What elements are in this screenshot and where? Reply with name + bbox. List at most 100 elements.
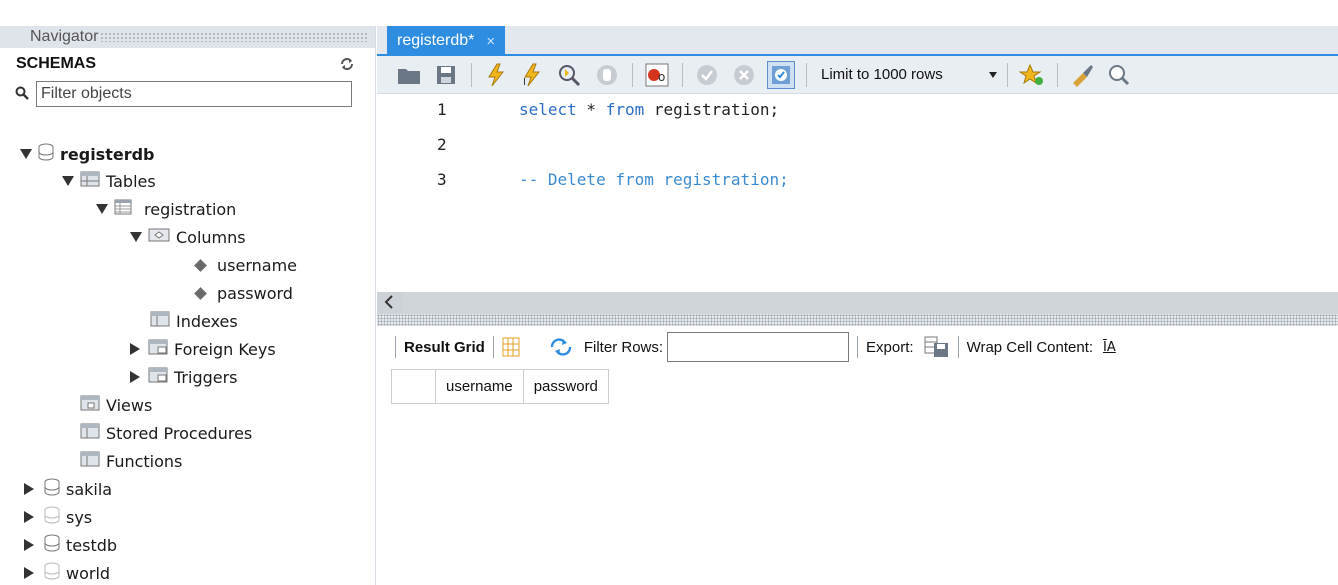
- tree-item-columns[interactable]: Columns: [130, 224, 246, 250]
- tree-label: Indexes: [176, 311, 238, 331]
- open-folder-icon[interactable]: [395, 61, 423, 89]
- row-header-corner[interactable]: [391, 369, 436, 404]
- column-icon: [194, 258, 207, 272]
- database-icon: [44, 562, 60, 584]
- limit-rows-value: Limit to 1000 rows: [821, 66, 943, 83]
- tree-item-column-username[interactable]: username: [194, 252, 297, 278]
- line-number: 1: [437, 99, 447, 119]
- tree-item-sakila[interactable]: sakila: [24, 476, 112, 502]
- export-icon[interactable]: [924, 336, 950, 358]
- database-icon: [44, 534, 60, 556]
- scrollbar-track[interactable]: [403, 292, 1338, 314]
- database-icon: [44, 478, 60, 500]
- filter-objects-input[interactable]: [36, 81, 352, 107]
- collapse-arrow-icon[interactable]: [24, 483, 34, 495]
- tree-label: Triggers: [174, 367, 238, 387]
- search-icon: [14, 85, 32, 103]
- line-number: 3: [437, 169, 447, 189]
- triggers-folder-icon: [148, 367, 168, 387]
- collapse-arrow-icon[interactable]: [130, 371, 140, 383]
- procedures-folder-icon: [80, 423, 100, 443]
- columns-folder-icon: [148, 227, 170, 247]
- autocommit-toggle-icon[interactable]: [767, 60, 795, 89]
- expand-arrow-icon[interactable]: [20, 149, 32, 159]
- form-view-icon[interactable]: [502, 337, 522, 357]
- pane-splitter[interactable]: [377, 314, 1338, 326]
- collapse-arrow-icon[interactable]: [24, 539, 34, 551]
- result-grid-tab[interactable]: Result Grid: [404, 339, 485, 356]
- toolbar-separator: [471, 62, 472, 87]
- save-icon[interactable]: [432, 61, 460, 89]
- navigator-panel: Navigator SCHEMAS registerdb Tables: [0, 26, 376, 585]
- limit-rows-select[interactable]: Limit to 1000 rows: [817, 61, 1005, 89]
- code-text: select * from registration;: [519, 100, 779, 119]
- tree-label: Foreign Keys: [174, 339, 276, 359]
- tree-item-views[interactable]: Views: [80, 392, 152, 418]
- toolbar-separator: [957, 336, 959, 358]
- export-label: Export:: [866, 338, 914, 356]
- collapse-arrow-icon[interactable]: [24, 511, 34, 523]
- beautify-brush-icon[interactable]: [1068, 61, 1096, 89]
- tree-label: Tables: [106, 171, 156, 191]
- tree-item-testdb[interactable]: testdb: [24, 532, 117, 558]
- toggle-stop-on-error-icon[interactable]: o: [643, 61, 671, 89]
- wrap-cell-content-label: Wrap Cell Content:: [966, 338, 1094, 356]
- schemas-title: SCHEMAS: [16, 55, 97, 72]
- collapse-arrow-icon[interactable]: [24, 567, 34, 579]
- column-header-username[interactable]: username: [435, 369, 524, 404]
- query-editor-pane: registerdb* × I o Limit to 1000 rows 1 s…: [377, 26, 1338, 585]
- tree-item-triggers[interactable]: Triggers: [130, 364, 238, 390]
- close-icon[interactable]: ×: [486, 33, 495, 50]
- tab-label: registerdb*: [397, 32, 475, 49]
- tree-item-registerdb[interactable]: registerdb: [20, 141, 155, 167]
- commit-check-icon[interactable]: [693, 61, 721, 89]
- tree-item-indexes[interactable]: Indexes: [150, 308, 238, 334]
- refresh-icon[interactable]: [339, 56, 355, 72]
- tree-item-tables[interactable]: Tables: [62, 168, 156, 194]
- tree-item-sys[interactable]: sys: [24, 504, 92, 530]
- table-icon: [114, 199, 132, 219]
- result-toolbar: Result Grid Filter Rows: Export: Wrap Ce…: [395, 330, 1338, 364]
- grid-header-row: username password: [391, 369, 609, 404]
- refresh-arrows-icon[interactable]: [550, 338, 572, 356]
- sql-toolbar: I o Limit to 1000 rows: [377, 56, 1338, 94]
- tree-item-world[interactable]: world: [24, 560, 110, 585]
- scroll-left-icon[interactable]: [383, 293, 401, 316]
- toolbar-separator: [1007, 62, 1008, 87]
- add-snippet-star-icon[interactable]: [1018, 61, 1046, 89]
- filter-row: [0, 80, 375, 108]
- expand-arrow-icon[interactable]: [96, 204, 108, 214]
- toolbar-separator: [806, 62, 807, 87]
- collapse-arrow-icon[interactable]: [130, 343, 140, 355]
- tree-item-functions[interactable]: Functions: [80, 448, 182, 474]
- expand-arrow-icon[interactable]: [130, 232, 142, 242]
- tree-label: registerdb: [60, 144, 155, 164]
- navigator-title: Navigator: [30, 28, 99, 45]
- rollback-x-icon[interactable]: [730, 61, 758, 89]
- tree-item-stored-procedures[interactable]: Stored Procedures: [80, 420, 252, 446]
- tree-item-foreign-keys[interactable]: Foreign Keys: [130, 336, 276, 362]
- sql-token: *: [576, 99, 606, 119]
- column-header-password[interactable]: password: [522, 369, 609, 404]
- find-magnifier-icon[interactable]: [1105, 61, 1133, 89]
- expand-arrow-icon[interactable]: [62, 176, 74, 186]
- database-icon: [38, 143, 54, 165]
- horizontal-scrollbar[interactable]: [377, 292, 1338, 314]
- execute-lightning-icon[interactable]: [482, 61, 510, 89]
- sql-code-editor[interactable]: 1 select * from registration; 2 3 -- Del…: [377, 95, 1338, 291]
- stop-hand-icon[interactable]: [593, 61, 621, 89]
- explain-magnifier-icon[interactable]: [556, 61, 584, 89]
- tree-item-registration[interactable]: registration: [96, 196, 236, 222]
- editor-tab-bar: registerdb* ×: [377, 26, 1338, 56]
- navigator-drag-handle[interactable]: [100, 32, 369, 42]
- tree-item-column-password[interactable]: password: [194, 280, 293, 306]
- line-number: 2: [437, 134, 447, 154]
- filter-rows-input[interactable]: [667, 332, 850, 362]
- toolbar-separator: [632, 62, 633, 87]
- execute-current-icon[interactable]: I: [519, 61, 547, 89]
- tree-label: registration: [144, 199, 237, 219]
- wrap-cell-icon[interactable]: ĪA: [1103, 340, 1116, 355]
- svg-text:o: o: [658, 70, 665, 84]
- tab-registerdb[interactable]: registerdb* ×: [387, 26, 506, 56]
- cropped-header-strip: [0, 0, 1338, 26]
